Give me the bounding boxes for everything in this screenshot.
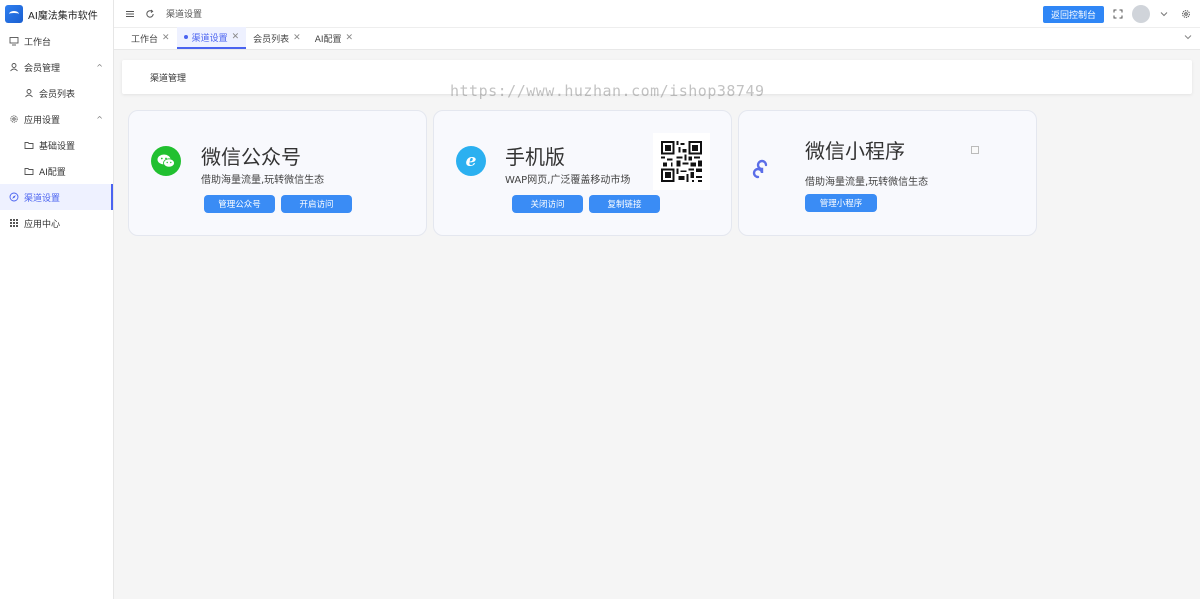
chevron-up-icon: ^ (96, 114, 103, 124)
broken-image-icon (971, 146, 979, 154)
sidebar-item-channel-settings[interactable]: 渠道设置 (0, 184, 113, 210)
sidebar-item-label: 应用设置 (24, 115, 61, 126)
card-subtitle: WAP网页,广泛覆盖移动市场 (505, 175, 631, 186)
user-icon (9, 62, 19, 72)
sidebar-item-workbench[interactable]: 工作台 (0, 28, 113, 54)
gear-icon[interactable] (1178, 6, 1194, 22)
sidebar-item-label: 会员管理 (24, 63, 61, 74)
manage-official-account-button[interactable]: 管理公众号 (204, 195, 275, 213)
close-icon[interactable]: ✕ (293, 33, 301, 43)
card-mini-program: 微信小程序 借助海量流量,玩转微信生态 管理小程序 (738, 110, 1037, 236)
browser-e-icon: e (456, 146, 486, 176)
active-dot-icon (183, 35, 188, 39)
gear-icon (9, 114, 19, 124)
panel-title: 渠道管理 (150, 73, 187, 84)
tab-workbench[interactable]: 工作台 ✕ (124, 27, 177, 49)
card-wechat-official: 微信公众号 借助海量流量,玩转微信生态 管理公众号 开启访问 (128, 110, 427, 236)
tab-label: AI配置 (314, 34, 342, 45)
user-icon (24, 88, 34, 98)
card-subtitle: 借助海量流量,玩转微信生态 (805, 177, 929, 188)
header-actions: 返回控制台 (1042, 5, 1194, 23)
disable-access-button[interactable]: 关闭访问 (512, 195, 583, 213)
sidebar-item-member-list[interactable]: 会员列表 (0, 80, 113, 106)
grid-icon (9, 218, 19, 228)
menu-toggle-icon[interactable] (122, 6, 138, 22)
tab-channel-settings[interactable]: 渠道设置 ✕ (176, 27, 247, 49)
qr-code (653, 133, 710, 190)
top-header: 渠道设置 返回控制台 (114, 0, 1200, 28)
brand-logo (5, 5, 23, 23)
card-title: 微信公众号 (201, 145, 301, 169)
sidebar-item-label: 渠道设置 (24, 193, 61, 204)
tab-label: 会员列表 (253, 34, 290, 45)
chevron-up-icon: ^ (96, 62, 103, 72)
monitor-icon (9, 36, 19, 46)
card-title: 手机版 (505, 145, 565, 169)
sidebar-item-basic-settings[interactable]: 基础设置 (0, 132, 113, 158)
refresh-icon[interactable] (142, 6, 158, 22)
sidebar-item-app-settings[interactable]: 应用设置 ^ (0, 106, 113, 132)
sidebar-item-member-management[interactable]: 会员管理 ^ (0, 54, 113, 80)
tab-label: 工作台 (131, 34, 159, 45)
return-console-button[interactable]: 返回控制台 (1042, 5, 1104, 23)
card-mobile: e 手机版 WAP网页,广泛覆盖移动市场 关闭访问 复制链接 (433, 110, 732, 236)
sidebar-item-label: 会员列表 (39, 89, 76, 100)
mini-program-icon (749, 156, 779, 186)
close-icon[interactable]: ✕ (346, 33, 354, 43)
brand-title: AI魔法集市软件 (28, 10, 98, 22)
fullscreen-icon[interactable] (1110, 6, 1126, 22)
sidebar-item-label: AI配置 (39, 167, 66, 178)
card-subtitle: 借助海量流量,玩转微信生态 (201, 175, 325, 186)
sidebar-item-ai-config[interactable]: AI配置 (0, 158, 113, 184)
wechat-icon (151, 146, 181, 176)
chevron-down-icon[interactable] (1184, 33, 1192, 44)
folder-icon (24, 166, 34, 176)
chevron-down-icon[interactable] (1156, 6, 1172, 22)
close-icon[interactable]: ✕ (232, 32, 240, 42)
avatar[interactable] (1132, 5, 1150, 23)
brand: AI魔法集市软件 (0, 0, 113, 28)
sidebar-item-app-center[interactable]: 应用中心 (0, 210, 113, 236)
folder-icon (24, 140, 34, 150)
manage-mini-program-button[interactable]: 管理小程序 (805, 194, 877, 212)
tab-label: 渠道设置 (191, 33, 228, 44)
card-title: 微信小程序 (805, 139, 905, 163)
tab-bar: 工作台 ✕ 渠道设置 ✕ 会员列表 ✕ AI配置 ✕ (114, 27, 1200, 50)
close-icon[interactable]: ✕ (162, 33, 170, 43)
tab-ai-config[interactable]: AI配置 ✕ (308, 27, 360, 49)
breadcrumb: 渠道设置 (166, 10, 203, 20)
sidebar: AI魔法集市软件 工作台 会员管理 ^ 会员列表 应用设置 ^ 基础设置 AI配… (0, 0, 114, 599)
sidebar-item-label: 基础设置 (39, 141, 76, 152)
sidebar-item-label: 应用中心 (24, 219, 61, 230)
copy-link-button[interactable]: 复制链接 (589, 195, 660, 213)
compass-icon (9, 192, 19, 202)
enable-access-button[interactable]: 开启访问 (281, 195, 352, 213)
watermark-text: https://www.huzhan.com/ishop38749 (450, 82, 765, 100)
tab-member-list[interactable]: 会员列表 ✕ (246, 27, 308, 49)
sidebar-item-label: 工作台 (24, 37, 52, 48)
